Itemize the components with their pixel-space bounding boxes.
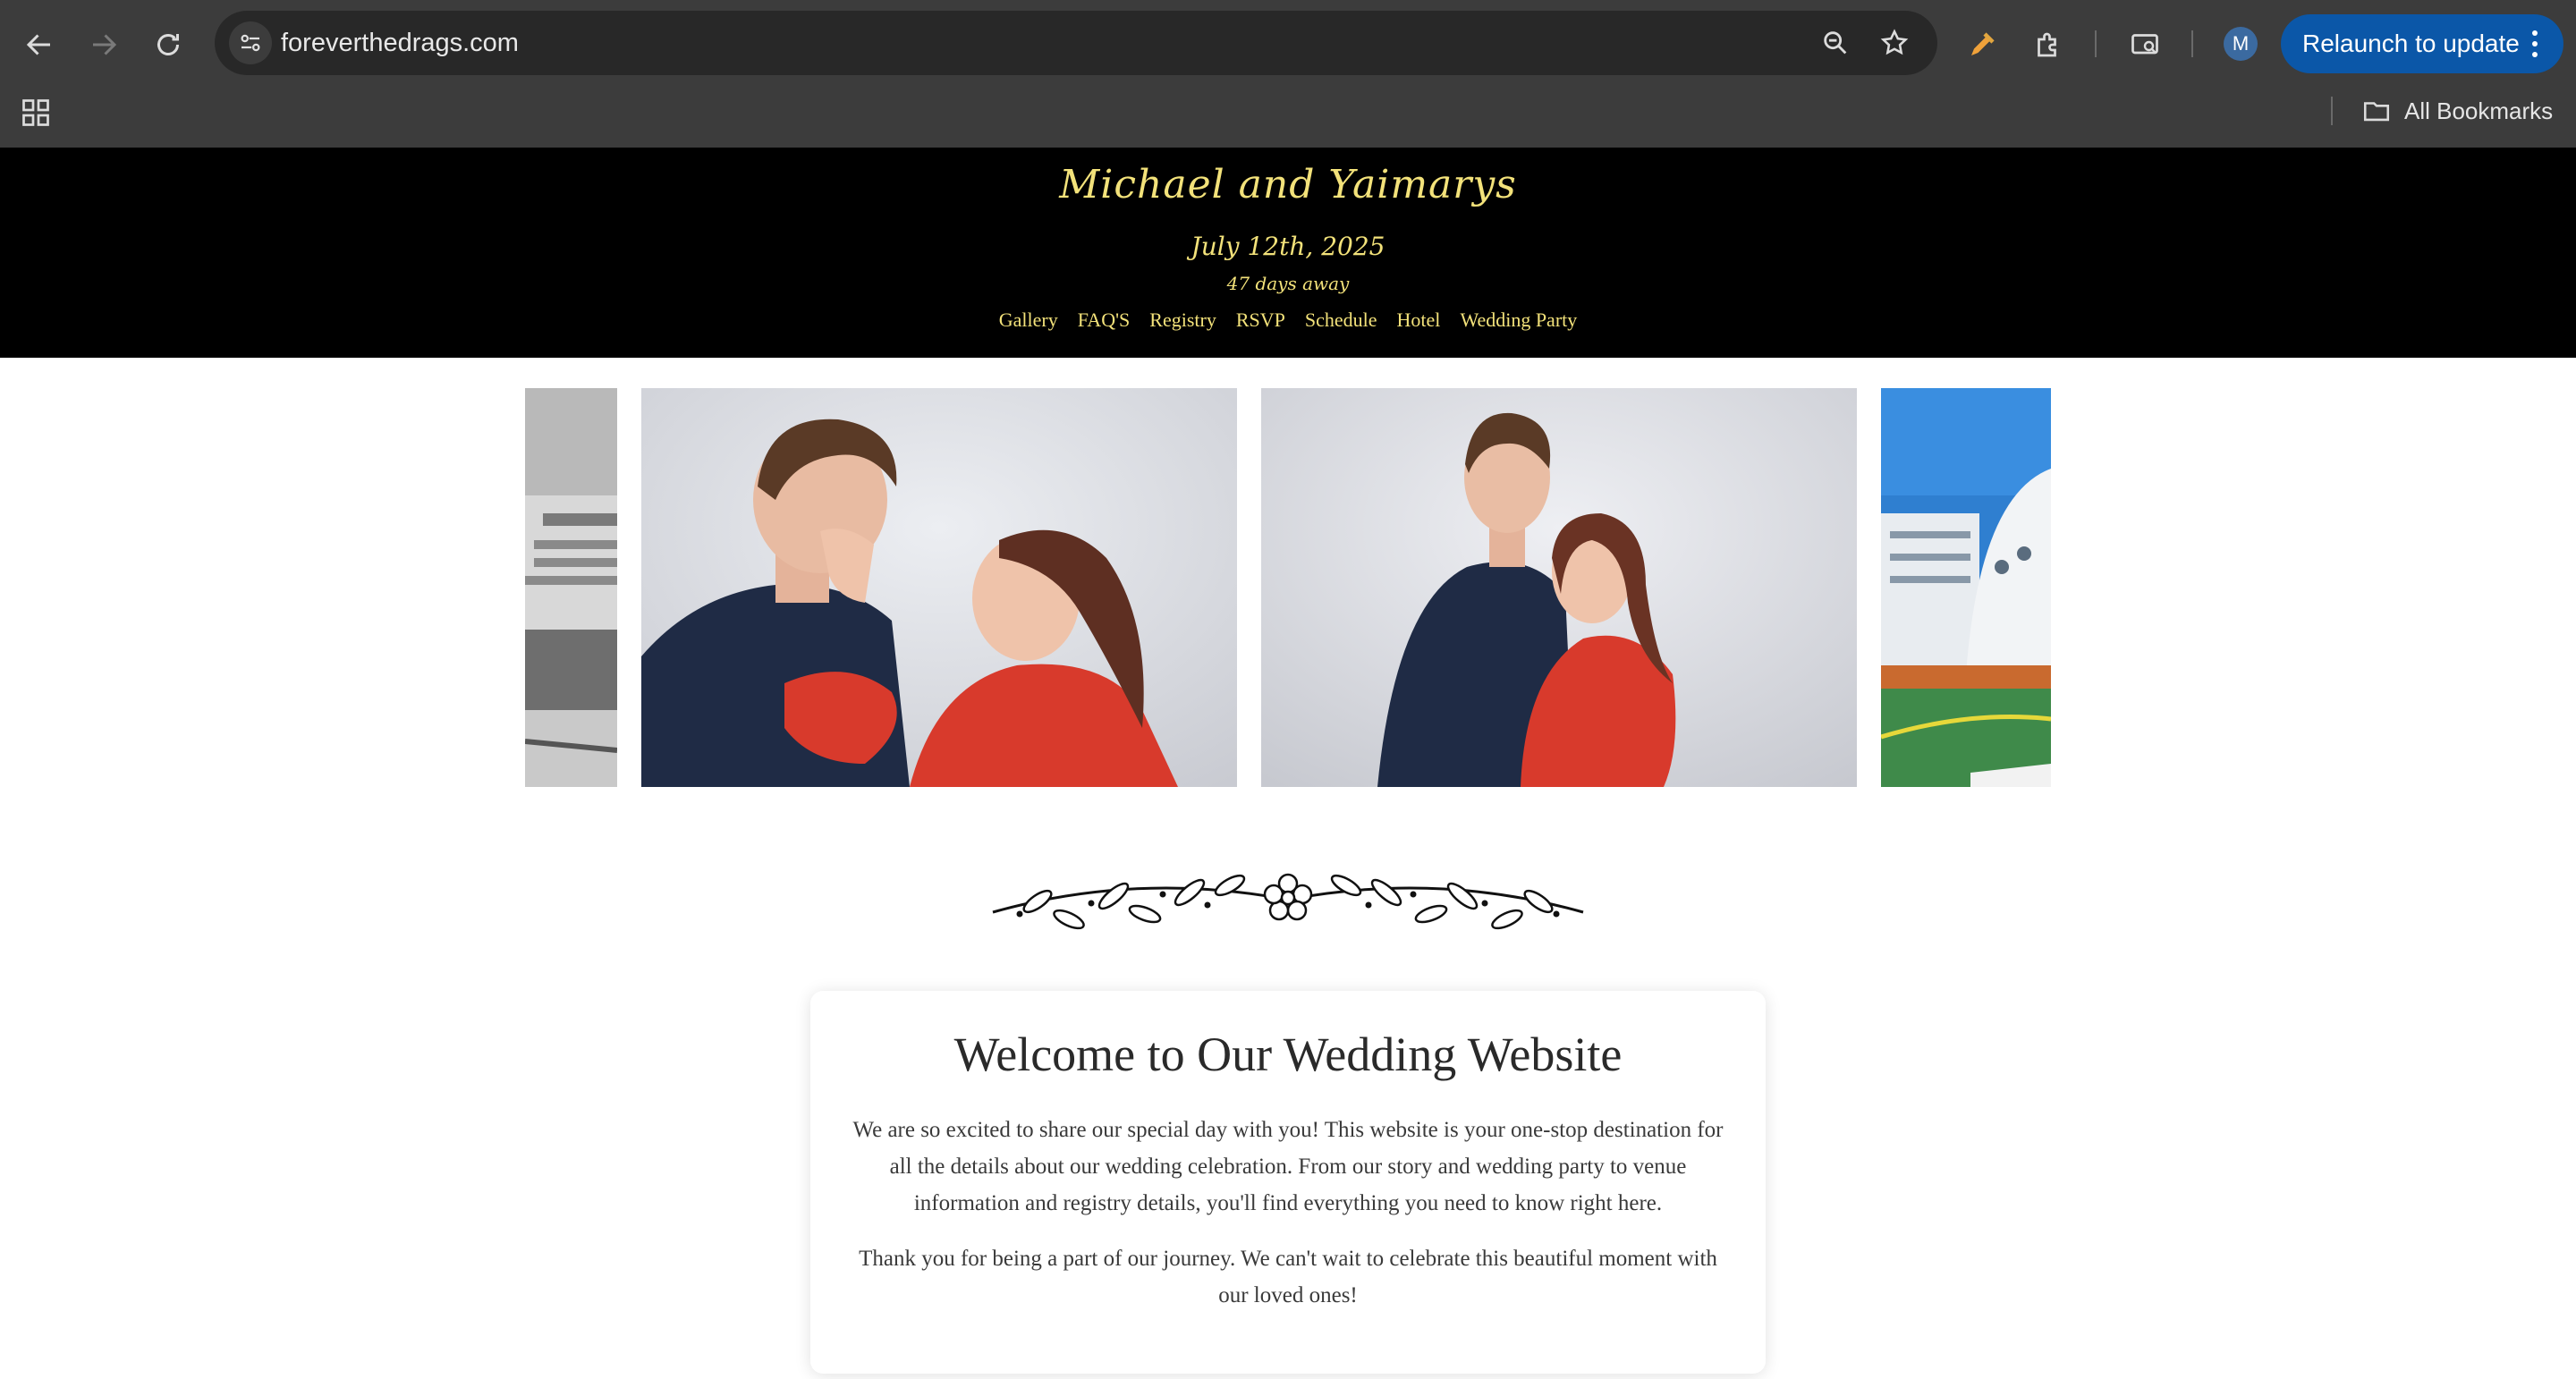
bookmarks-bar: [0, 88, 2576, 148]
main-nav: Gallery FAQ'S Registry RSVP Schedule Hot…: [0, 309, 2576, 332]
browser-chrome: foreverthedrags.com M Relaunch to update: [0, 0, 2576, 148]
nav-wedding-party[interactable]: Wedding Party: [1460, 309, 1577, 332]
gallery-photo[interactable]: [1881, 388, 2051, 787]
folder-icon: [2363, 102, 2390, 122]
site-header: Michael and Yaimarys July 12th, 2025 47 …: [0, 148, 2576, 358]
more-icon[interactable]: [2526, 14, 2544, 73]
reload-icon[interactable]: [143, 20, 193, 70]
floral-divider: [992, 873, 1584, 930]
profile-avatar[interactable]: M: [2224, 27, 2258, 61]
couple-names: Michael and Yaimarys: [1059, 162, 1517, 207]
toolbar-divider: [2095, 30, 2097, 57]
bookmarks-divider: [2331, 97, 2333, 125]
tab-search-icon[interactable]: [2120, 20, 2170, 70]
forward-icon[interactable]: [79, 20, 129, 70]
gallery-photo[interactable]: [525, 388, 617, 787]
extensions-icon[interactable]: [2023, 20, 2073, 70]
welcome-title: Welcome to Our Wedding Website: [953, 1028, 1623, 1081]
nav-rsvp[interactable]: RSVP: [1236, 309, 1285, 332]
relaunch-label: Relaunch to update: [2302, 30, 2520, 57]
all-bookmarks-button[interactable]: All Bookmarks: [2361, 89, 2553, 132]
welcome-paragraph-1: We are so excited to share our special d…: [852, 1118, 1724, 1215]
back-icon[interactable]: [14, 20, 64, 70]
site-info-icon[interactable]: [229, 21, 272, 64]
nav-faqs[interactable]: FAQ'S: [1078, 309, 1131, 332]
nav-hotel[interactable]: Hotel: [1397, 309, 1441, 332]
apps-icon[interactable]: [20, 97, 52, 129]
wedding-date: July 12th, 2025: [1191, 232, 1385, 261]
star-icon[interactable]: [1875, 23, 1914, 63]
countdown-text: 47 days away: [1226, 273, 1350, 294]
toolbar-divider: [2191, 30, 2193, 57]
nav-gallery[interactable]: Gallery: [999, 309, 1058, 332]
welcome-paragraph-2: Thank you for being a part of our journe…: [859, 1247, 1717, 1307]
address-bar[interactable]: foreverthedrags.com: [215, 11, 1937, 75]
url-text[interactable]: foreverthedrags.com: [281, 11, 519, 75]
photo-gallery[interactable]: [525, 388, 2051, 787]
all-bookmarks-label: All Bookmarks: [2404, 97, 2554, 124]
zoom-icon[interactable]: [1816, 23, 1855, 63]
nav-schedule[interactable]: Schedule: [1305, 309, 1377, 332]
nav-registry[interactable]: Registry: [1149, 309, 1216, 332]
gallery-photo[interactable]: [1261, 388, 1857, 787]
welcome-card: Welcome to Our Wedding Website We are so…: [810, 991, 1766, 1374]
relaunch-button[interactable]: Relaunch to update: [2281, 14, 2563, 73]
browser-toolbar: foreverthedrags.com M Relaunch to update: [0, 0, 2576, 88]
eyedropper-icon[interactable]: [1957, 20, 2007, 70]
gallery-photo[interactable]: [641, 388, 1237, 787]
